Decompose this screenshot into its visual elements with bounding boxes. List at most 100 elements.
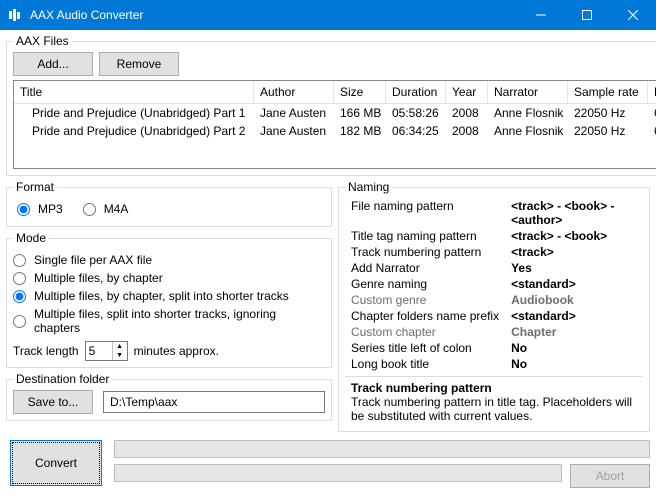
- mode-legend: Mode: [13, 231, 49, 245]
- aax-files-legend: AAX Files: [13, 34, 72, 48]
- destination-path: D:\Temp\aax: [103, 391, 325, 413]
- col-year[interactable]: Year: [446, 81, 488, 103]
- naming-key: Custom genre: [345, 292, 505, 308]
- naming-row[interactable]: Custom chapterChapter: [345, 324, 643, 340]
- format-mp3-option[interactable]: MP3: [17, 202, 63, 216]
- app-icon: [8, 7, 24, 23]
- file-grid[interactable]: Title Author Size Duration Year Narrator…: [13, 80, 656, 169]
- naming-value: <standard>: [505, 276, 643, 292]
- track-length-input[interactable]: [86, 344, 112, 358]
- cell: 2008: [446, 104, 488, 122]
- naming-description: Track numbering pattern Track numbering …: [345, 376, 643, 425]
- naming-row[interactable]: Genre naming<standard>: [345, 276, 643, 292]
- cell: 182 MB: [334, 122, 386, 140]
- cell: Pride and Prejudice (Unabridged) Part 1: [14, 104, 254, 122]
- table-row[interactable]: Pride and Prejudice (Unabridged) Part 2J…: [14, 122, 656, 140]
- col-title[interactable]: Title: [14, 81, 254, 103]
- naming-group: Naming File naming pattern<track> - <boo…: [338, 180, 650, 432]
- naming-value: Chapter: [505, 324, 643, 340]
- naming-value: <track> - <book>: [505, 228, 643, 244]
- naming-table[interactable]: File naming pattern<track> - <book> - <a…: [345, 198, 643, 372]
- aax-files-group: AAX Files Add... Remove Title Author Siz…: [6, 34, 656, 176]
- close-button[interactable]: [610, 0, 656, 30]
- naming-key: Title tag naming pattern: [345, 228, 505, 244]
- progress-bar-bottom: [114, 464, 562, 482]
- naming-row[interactable]: Series title left of colonNo: [345, 340, 643, 356]
- naming-row[interactable]: Title tag naming pattern<track> - <book>: [345, 228, 643, 244]
- mode-group: Mode Single file per AAX file Multiple f…: [6, 231, 332, 368]
- col-narrator[interactable]: Narrator: [488, 81, 568, 103]
- format-mp3-radio[interactable]: [17, 203, 30, 216]
- cell: Pride and Prejudice (Unabridged) Part 2: [14, 122, 254, 140]
- naming-key: Custom chapter: [345, 324, 505, 340]
- table-row[interactable]: Pride and Prejudice (Unabridged) Part 1J…: [14, 104, 656, 122]
- cell: 05:58:26: [386, 104, 446, 122]
- format-m4a-option[interactable]: M4A: [83, 202, 129, 216]
- add-button[interactable]: Add...: [13, 52, 93, 76]
- naming-row[interactable]: Track numbering pattern<track>: [345, 244, 643, 260]
- titlebar: AAX Audio Converter: [0, 0, 656, 30]
- col-samplerate[interactable]: Sample rate: [568, 81, 648, 103]
- convert-button[interactable]: Convert: [10, 440, 102, 486]
- naming-value: No: [505, 356, 643, 372]
- naming-key: Track numbering pattern: [345, 244, 505, 260]
- naming-value: No: [505, 340, 643, 356]
- cell: Anne Flosnik: [488, 122, 568, 140]
- format-legend: Format: [13, 180, 57, 194]
- cell: Jane Austen: [254, 104, 334, 122]
- cell: Anne Flosnik: [488, 104, 568, 122]
- naming-row[interactable]: Add NarratorYes: [345, 260, 643, 276]
- cell: 64 kb/s: [648, 122, 656, 140]
- format-m4a-radio[interactable]: [83, 203, 96, 216]
- destination-group: Destination folder Save to... D:\Temp\aa…: [6, 372, 332, 421]
- grid-header[interactable]: Title Author Size Duration Year Narrator…: [14, 81, 656, 104]
- naming-key: Genre naming: [345, 276, 505, 292]
- naming-key: Long book title: [345, 356, 505, 372]
- naming-row[interactable]: File naming pattern<track> - <book> - <a…: [345, 198, 643, 228]
- cell: 06:34:25: [386, 122, 446, 140]
- maximize-button[interactable]: [564, 0, 610, 30]
- cell: 64 kb/s: [648, 104, 656, 122]
- naming-row[interactable]: Chapter folders name prefix<standard>: [345, 308, 643, 324]
- naming-key: Add Narrator: [345, 260, 505, 276]
- track-length-label: Track length: [13, 344, 79, 358]
- spin-up-icon[interactable]: ▲: [113, 342, 127, 351]
- naming-row[interactable]: Custom genreAudiobook: [345, 292, 643, 308]
- naming-key: Series title left of colon: [345, 340, 505, 356]
- col-bitrate[interactable]: Bit rate: [648, 81, 656, 103]
- naming-row[interactable]: Long book titleNo: [345, 356, 643, 372]
- mode-option-1[interactable]: Single file per AAX file: [13, 253, 325, 267]
- col-duration[interactable]: Duration: [386, 81, 446, 103]
- naming-value: <track> - <book> - <author>: [505, 198, 643, 228]
- naming-desc-body: Track numbering pattern in title tag. Pl…: [351, 395, 637, 423]
- naming-value: <track>: [505, 244, 643, 260]
- format-group: Format MP3 M4A: [6, 180, 332, 227]
- col-size[interactable]: Size: [334, 81, 386, 103]
- cell: 166 MB: [334, 104, 386, 122]
- cell: Jane Austen: [254, 122, 334, 140]
- naming-value: Audiobook: [505, 292, 643, 308]
- col-author[interactable]: Author: [254, 81, 334, 103]
- mode-option-3[interactable]: Multiple files, by chapter, split into s…: [13, 289, 325, 303]
- save-to-button[interactable]: Save to...: [13, 390, 93, 414]
- mode-option-2[interactable]: Multiple files, by chapter: [13, 271, 325, 285]
- remove-button[interactable]: Remove: [99, 52, 179, 76]
- spin-down-icon[interactable]: ▼: [113, 351, 127, 360]
- cell: 2008: [446, 122, 488, 140]
- destination-legend: Destination folder: [13, 372, 112, 386]
- naming-desc-title: Track numbering pattern: [351, 381, 637, 395]
- window-title: AAX Audio Converter: [30, 8, 518, 22]
- mode-option-4[interactable]: Multiple files, split into shorter track…: [13, 307, 325, 335]
- abort-button[interactable]: Abort: [570, 464, 650, 488]
- naming-value: <standard>: [505, 308, 643, 324]
- naming-legend: Naming: [345, 180, 392, 194]
- minimize-button[interactable]: [518, 0, 564, 30]
- track-length-suffix: minutes approx.: [134, 344, 219, 358]
- track-length-spinner[interactable]: ▲▼: [85, 341, 128, 361]
- naming-key: Chapter folders name prefix: [345, 308, 505, 324]
- cell: 22050 Hz: [568, 122, 648, 140]
- cell: 22050 Hz: [568, 104, 648, 122]
- naming-value: Yes: [505, 260, 643, 276]
- progress-bar-top: [114, 440, 650, 458]
- naming-key: File naming pattern: [345, 198, 505, 228]
